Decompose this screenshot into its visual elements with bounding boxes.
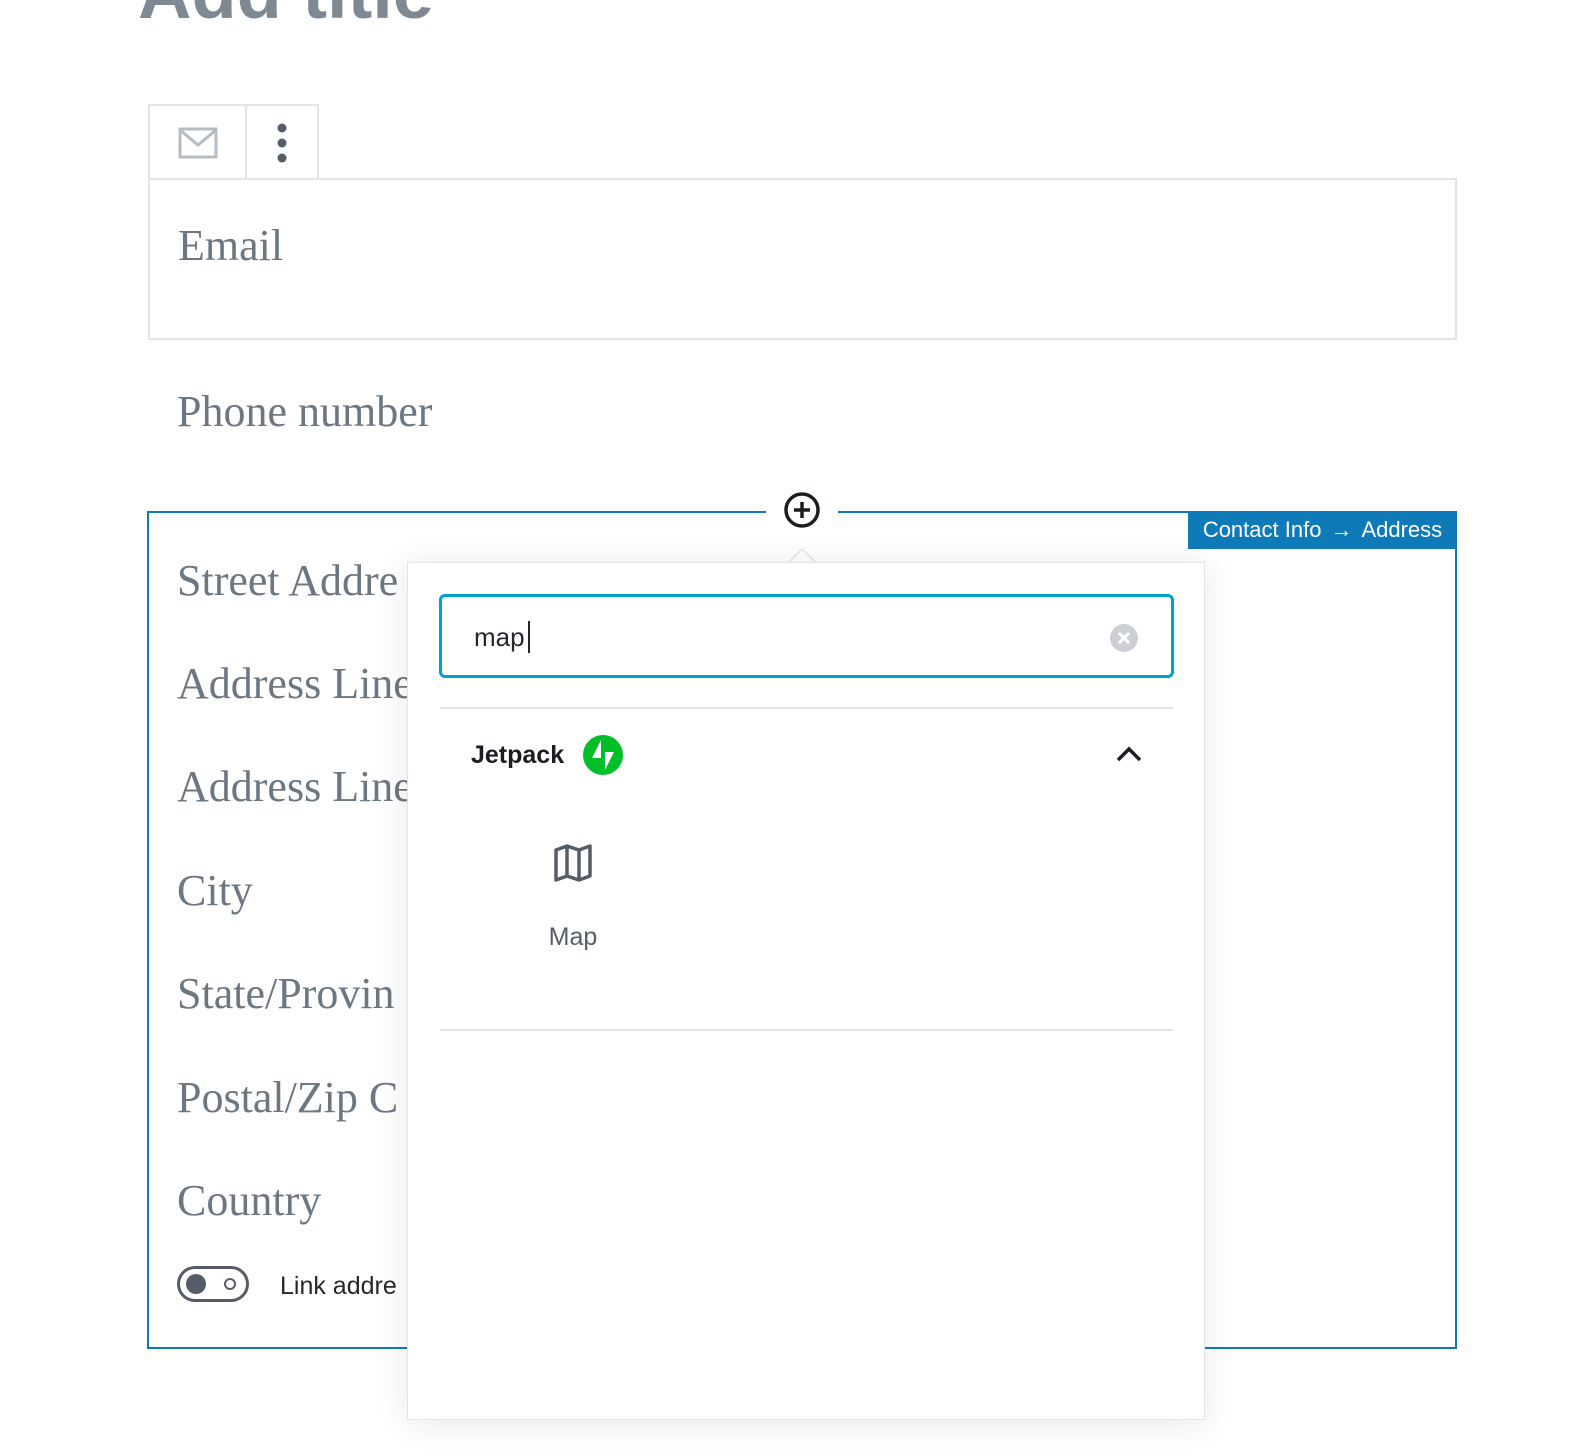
map-icon: [554, 844, 592, 882]
panel-divider-top: [440, 707, 1173, 709]
email-placeholder[interactable]: Email: [178, 220, 283, 272]
breadcrumb-parent[interactable]: Contact Info: [1203, 517, 1322, 543]
jetpack-panel-title[interactable]: Jetpack: [471, 741, 564, 770]
mail-icon: [178, 127, 217, 158]
chevron-up-icon[interactable]: [1114, 743, 1144, 765]
state-province-field[interactable]: State/Provin: [177, 968, 395, 1020]
sibling-inserter-button[interactable]: [766, 488, 838, 532]
map-block-item[interactable]: Map: [518, 833, 628, 963]
popover-arrow: [787, 548, 817, 563]
more-vertical-icon: [277, 123, 287, 162]
map-block-label: Map: [548, 923, 598, 951]
email-block[interactable]: Email: [148, 178, 1457, 340]
street-address-field[interactable]: Street Addre: [177, 555, 398, 607]
block-breadcrumb[interactable]: Contact Info → Address: [1188, 511, 1457, 549]
more-options-button[interactable]: [247, 106, 317, 179]
phone-placeholder[interactable]: Phone number: [177, 386, 432, 438]
toggle-off-indicator: [224, 1278, 236, 1290]
block-search-box[interactable]: [439, 594, 1174, 678]
address-line-1-field[interactable]: Address Line: [177, 658, 413, 710]
page-title[interactable]: Add title: [138, 0, 434, 30]
block-inserter-popover: Jetpack Map: [407, 562, 1205, 1420]
block-toolbar: [148, 104, 319, 179]
country-field[interactable]: Country: [177, 1175, 321, 1227]
postal-zip-field[interactable]: Postal/Zip C: [177, 1072, 398, 1124]
toggle-knob: [186, 1274, 206, 1294]
plus-circle-icon: [784, 492, 820, 528]
jetpack-bolt-icon: [583, 735, 623, 775]
breadcrumb-arrow-icon: →: [1330, 517, 1353, 542]
block-search-input[interactable]: [474, 617, 1074, 657]
clear-circle-icon: [1117, 631, 1131, 645]
block-type-button[interactable]: [150, 106, 247, 179]
link-address-label: Link addre: [280, 1272, 397, 1300]
breadcrumb-current: Address: [1361, 517, 1443, 542]
address-line-2-field[interactable]: Address Line: [177, 761, 413, 813]
text-caret: [528, 621, 530, 653]
clear-search-button[interactable]: [1110, 624, 1138, 652]
panel-divider-bottom: [440, 1029, 1173, 1031]
link-address-toggle[interactable]: [177, 1266, 249, 1302]
city-field[interactable]: City: [177, 865, 253, 917]
